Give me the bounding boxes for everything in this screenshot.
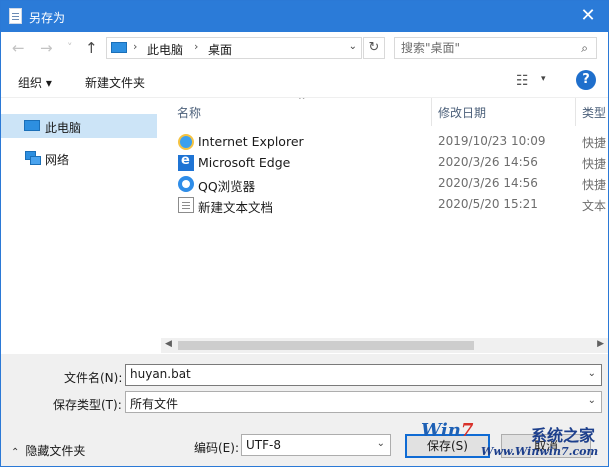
edge-icon xyxy=(178,153,194,171)
file-name: Internet Explorer xyxy=(198,134,304,149)
sidebar-item-label: 此电脑 xyxy=(45,121,82,135)
hide-folders-label: 隐藏文件夹 xyxy=(25,444,86,458)
scroll-right-icon[interactable]: ▶ xyxy=(597,339,604,349)
column-header-date[interactable]: 修改日期 xyxy=(438,104,486,121)
command-toolbar: 组织 ▾ 新建文件夹 ☷ ▾ ? xyxy=(1,64,608,98)
up-icon[interactable]: ↑ xyxy=(85,40,98,56)
site-watermark: Win7 系统之家 Www.Winwin7.com xyxy=(421,418,607,464)
watermark-url: Www.Winwin7.com xyxy=(481,445,599,458)
close-button[interactable]: ✕ xyxy=(578,6,598,26)
sidebar-item-this-pc[interactable]: 此电脑 xyxy=(1,114,157,138)
dialog-title: 另存为 xyxy=(29,11,66,25)
address-bar[interactable]: › 此电脑 › 桌面 ⌄ xyxy=(106,37,362,59)
filetype-value: 所有文件 xyxy=(130,397,179,411)
file-type: 快捷 xyxy=(582,178,607,192)
breadcrumb-desktop[interactable]: 桌面 xyxy=(208,41,232,58)
title-bar: 另存为 ✕ xyxy=(1,1,608,32)
computer-icon xyxy=(24,120,40,131)
save-as-dialog: 另存为 ✕ ← → ˅ ↑ › 此电脑 › 桌面 ⌄ ↻ ⌕ 组织 ▾ 新建文件… xyxy=(0,0,609,467)
file-date: 2020/5/20 15:21 xyxy=(438,197,538,211)
scrollbar-thumb[interactable] xyxy=(178,341,474,350)
list-item[interactable]: Internet Explorer 2019/10/23 10:09 快捷 xyxy=(175,131,608,152)
horizontal-scrollbar[interactable]: ◀ ▶ xyxy=(161,338,608,353)
list-item[interactable]: 新建文本文档 2020/5/20 15:21 文本 xyxy=(175,194,608,215)
watermark-title: 系统之家 xyxy=(531,426,596,445)
new-folder-button[interactable]: 新建文件夹 xyxy=(85,74,145,91)
chevron-down-icon[interactable]: ⌄ xyxy=(588,395,596,406)
column-divider[interactable] xyxy=(431,98,432,126)
list-item[interactable]: QQ浏览器 2020/3/26 14:56 快捷 xyxy=(175,173,608,194)
filetype-select[interactable]: 所有文件 ⌄ xyxy=(125,391,602,413)
forward-icon[interactable]: → xyxy=(40,40,53,56)
breadcrumb-this-pc[interactable]: 此电脑 xyxy=(147,41,183,58)
notepad-icon xyxy=(9,8,22,24)
file-type: 快捷 xyxy=(582,157,607,171)
recent-locations-icon[interactable]: ˅ xyxy=(67,40,73,56)
help-button[interactable]: ? xyxy=(576,70,596,90)
search-box[interactable]: ⌕ xyxy=(394,37,597,59)
text-document-icon xyxy=(178,197,194,213)
file-name: 新建文本文档 xyxy=(198,200,274,215)
file-date: 2019/10/23 10:09 xyxy=(438,134,546,148)
chevron-down-icon[interactable]: ⌄ xyxy=(588,368,596,379)
filename-combobox[interactable]: ⌄ xyxy=(125,364,602,386)
scroll-left-icon[interactable]: ◀ xyxy=(165,339,172,349)
file-date: 2020/3/26 14:56 xyxy=(438,155,538,169)
view-dropdown-icon[interactable]: ▾ xyxy=(541,74,546,84)
breadcrumb-separator-icon[interactable]: › xyxy=(133,40,137,53)
search-input[interactable] xyxy=(401,40,571,56)
column-header-type[interactable]: 类型 xyxy=(582,104,606,121)
navigation-pane: 此电脑 网络 xyxy=(1,98,159,354)
file-list: ^ 名称 修改日期 类型 Internet Explorer 2019/10/2… xyxy=(161,98,608,338)
refresh-button[interactable]: ↻ xyxy=(363,37,385,59)
encoding-value: UTF-8 xyxy=(246,438,281,452)
encoding-label: 编码(E): xyxy=(194,441,239,455)
file-type: 快捷 xyxy=(582,136,607,150)
view-options-icon[interactable]: ☷ xyxy=(516,73,529,89)
watermark-logo: Win7 xyxy=(421,420,474,441)
list-item[interactable]: Microsoft Edge 2020/3/26 14:56 快捷 xyxy=(175,152,608,173)
chevron-up-icon: ⌃ xyxy=(11,447,20,458)
file-name: QQ浏览器 xyxy=(198,179,256,194)
breadcrumb-separator-icon[interactable]: › xyxy=(194,40,198,53)
chevron-down-icon[interactable]: ⌄ xyxy=(377,438,385,449)
internet-explorer-icon xyxy=(178,134,194,150)
organize-button[interactable]: 组织 ▾ xyxy=(18,74,52,91)
back-icon[interactable]: ← xyxy=(12,40,25,56)
sidebar-item-label: 网络 xyxy=(45,153,70,167)
filetype-label: 保存类型(T): xyxy=(53,398,122,412)
file-type: 文本 xyxy=(582,199,607,213)
encoding-select[interactable]: UTF-8 ⌄ xyxy=(241,434,391,456)
file-name: Microsoft Edge xyxy=(198,155,291,170)
filename-input[interactable] xyxy=(130,367,570,381)
column-divider[interactable] xyxy=(575,98,576,126)
column-header-name[interactable]: 名称 xyxy=(177,104,201,121)
qq-browser-icon xyxy=(178,176,194,192)
computer-icon xyxy=(111,42,127,53)
filename-label: 文件名(N): xyxy=(64,371,123,385)
sort-ascending-icon: ^ xyxy=(298,98,306,106)
search-icon[interactable]: ⌕ xyxy=(581,41,588,56)
address-row: ← → ˅ ↑ › 此电脑 › 桌面 ⌄ ↻ ⌕ xyxy=(1,32,608,64)
network-icon xyxy=(25,151,41,165)
file-date: 2020/3/26 14:56 xyxy=(438,176,538,190)
hide-folders-button[interactable]: ⌃ 隐藏文件夹 xyxy=(11,442,85,459)
address-dropdown-icon[interactable]: ⌄ xyxy=(349,41,357,52)
sidebar-item-network[interactable]: 网络 xyxy=(1,146,157,170)
